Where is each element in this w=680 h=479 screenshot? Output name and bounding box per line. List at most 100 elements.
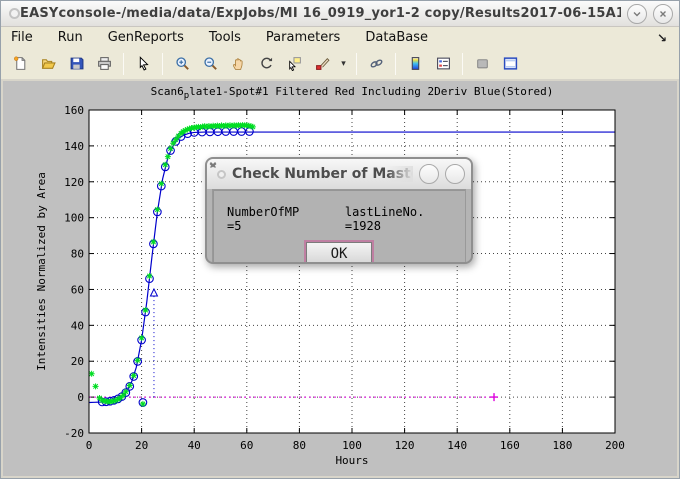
x-tick-label: 200: [605, 439, 625, 452]
new-document-icon: [13, 56, 28, 71]
data-cursor-icon: [287, 56, 302, 71]
y-tick-label: 140: [64, 140, 84, 153]
dialog-title: Check Number of Master Pla: [232, 166, 413, 182]
dialog-title-bar[interactable]: Check Number of Master Pla: [207, 159, 471, 189]
new-figure-button[interactable]: [7, 51, 33, 77]
data-point-marker: [135, 357, 141, 363]
tear-off-arrow-icon[interactable]: ↘: [657, 31, 671, 45]
data-point-marker: [89, 371, 95, 377]
data-cursor-button[interactable]: [281, 51, 307, 77]
menu-tools[interactable]: Tools: [200, 29, 250, 46]
x-tick-label: 20: [135, 439, 148, 452]
chart-canvas[interactable]: 020406080100120140160180200-200204060801…: [1, 79, 679, 478]
data-point-marker: [120, 392, 126, 398]
x-tick-label: 140: [447, 439, 467, 452]
data-point-marker: [150, 239, 156, 245]
data-point-marker: [250, 124, 256, 130]
caret-down-icon: ▾: [341, 58, 346, 69]
zoom-in-icon: [175, 56, 190, 71]
insert-colorbar-button[interactable]: [402, 51, 428, 77]
check-master-plates-dialog: Check Number of Master Pla NumberOfMP =5…: [205, 157, 473, 264]
x-tick-label: 100: [342, 439, 362, 452]
data-point-marker: [168, 146, 174, 152]
window-menu-icon[interactable]: [9, 8, 20, 19]
data-point-marker: [93, 383, 99, 389]
data-point-marker: [158, 181, 164, 187]
toolbar-separator: [356, 53, 357, 75]
pan-button[interactable]: [225, 51, 251, 77]
pointer-icon: [136, 56, 151, 71]
rotate-3d-button[interactable]: [253, 51, 279, 77]
show-plot-tools-button[interactable]: [497, 51, 523, 77]
print-icon: [97, 56, 112, 71]
collapse-button[interactable]: [627, 4, 647, 24]
window-title: EASYconsole-/media/data/ExpJobs/MI 16_09…: [20, 6, 621, 21]
zoom-out-button[interactable]: [197, 51, 223, 77]
y-tick-label: 160: [64, 104, 84, 117]
menu-genreports[interactable]: GenReports: [99, 29, 193, 46]
data-point-marker: [123, 389, 129, 395]
x-tick-label: 0: [86, 439, 93, 452]
legend-icon: [436, 56, 451, 71]
y-tick-label: 20: [71, 355, 84, 368]
menu-file[interactable]: File: [9, 29, 42, 46]
toolbar-separator: [162, 53, 163, 75]
insert-legend-button[interactable]: [430, 51, 456, 77]
open-folder-icon: [41, 56, 56, 71]
figure-area: 020406080100120140160180200-200204060801…: [1, 79, 679, 478]
toolbar-separator: [395, 53, 396, 75]
colorbar-icon: [408, 56, 423, 71]
y-axis-label: Intensities Normalized by Area: [35, 172, 48, 371]
menu-run[interactable]: Run: [49, 29, 92, 46]
data-point-marker: [162, 162, 168, 168]
y-tick-label: 120: [64, 176, 84, 189]
x-axis-label: Hours: [335, 454, 368, 467]
data-point-marker: [173, 137, 179, 143]
x-tick-label: 60: [240, 439, 253, 452]
link-chain-icon: [369, 56, 384, 71]
data-point-marker: [165, 154, 171, 160]
data-point-marker: [127, 382, 133, 388]
data-point-marker: [154, 207, 160, 213]
brush-data-button[interactable]: [309, 51, 335, 77]
data-point-marker: [170, 140, 176, 146]
x-tick-label: 180: [552, 439, 572, 452]
ok-button[interactable]: OK: [306, 242, 372, 264]
open-button[interactable]: [35, 51, 61, 77]
toolbar-separator: [123, 53, 124, 75]
zoom-in-button[interactable]: [169, 51, 195, 77]
print-button[interactable]: [91, 51, 117, 77]
title-bar[interactable]: EASYconsole-/media/data/ExpJobs/MI 16_09…: [1, 1, 679, 27]
close-button[interactable]: [653, 4, 673, 24]
hide-plot-tools-button[interactable]: [469, 51, 495, 77]
dialog-message: NumberOfMP =5 lastLineNo. =1928: [213, 190, 465, 233]
menu-parameters[interactable]: Parameters: [257, 29, 349, 46]
edit-plot-button[interactable]: [130, 51, 156, 77]
save-icon: [69, 56, 84, 71]
rotate-icon: [259, 56, 274, 71]
plot-tools-show-icon: [503, 56, 518, 71]
y-tick-label: 60: [71, 283, 84, 296]
chevron-down-icon: [631, 8, 643, 20]
y-tick-label: 0: [77, 391, 84, 404]
brush-icon: [315, 56, 330, 71]
y-tick-label: 40: [71, 319, 84, 332]
menu-database[interactable]: DataBase: [356, 29, 437, 46]
brush-dropdown-button[interactable]: ▾: [337, 51, 350, 77]
pan-hand-icon: [231, 56, 246, 71]
data-point-marker: [143, 307, 149, 313]
title-fade: [387, 166, 413, 182]
y-tick-label: -20: [64, 427, 84, 440]
last-line-no-value: lastLineNo. =1928: [345, 205, 465, 233]
dialog-collapse-button[interactable]: [419, 164, 439, 184]
data-point-marker: [140, 401, 146, 407]
data-point-marker: [131, 373, 137, 379]
y-tick-label: 80: [71, 248, 84, 261]
plot-tools-hide-icon: [475, 56, 490, 71]
toolbar-separator: [462, 53, 463, 75]
dialog-close-button[interactable]: [445, 164, 465, 184]
number-of-mp-value: NumberOfMP =5: [227, 205, 319, 233]
save-button[interactable]: [63, 51, 89, 77]
menu-bar: File Run GenReports Tools Parameters Dat…: [1, 27, 679, 48]
link-plot-button[interactable]: [363, 51, 389, 77]
